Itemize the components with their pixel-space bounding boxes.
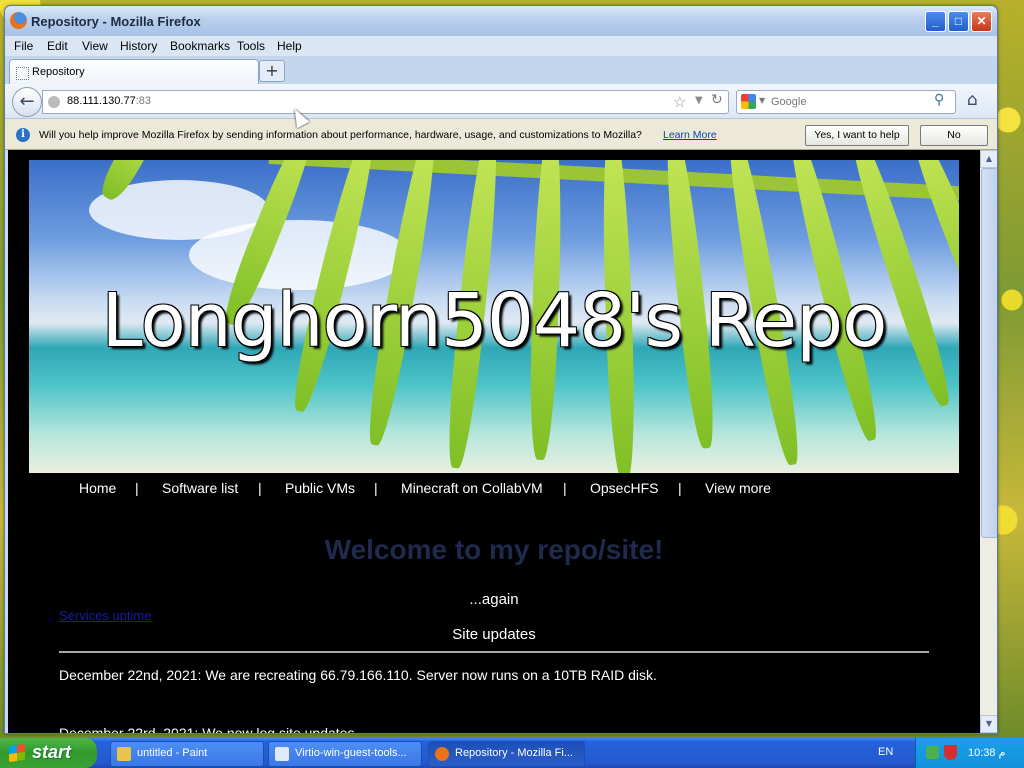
nav-view-more[interactable]: View more [705,480,771,496]
back-button[interactable]: ← [12,87,42,117]
window-title: Repository - Mozilla Firefox [31,14,201,29]
reload-icon[interactable]: ↻ [711,92,723,108]
tab-label: Repository [32,66,85,78]
taskbar-item-virtio[interactable]: Virtio-win-guest-tools... [268,741,422,767]
site-title: Longhorn5048's Repo [101,278,888,364]
nav-separator: | [563,480,567,496]
nav-separator: | [135,480,139,496]
page-scrollbar[interactable]: ▲ ▼ [980,150,997,733]
engine-dropdown-icon[interactable]: ▼ [759,96,765,105]
nav-separator: | [678,480,682,496]
services-uptime-link[interactable]: Services uptime [59,608,151,623]
no-button[interactable]: No [920,125,988,146]
divider [59,651,929,653]
site-nav: Home | Software list | Public VMs | Mine… [29,473,959,503]
nav-home[interactable]: Home [79,480,116,496]
nav-public-vms[interactable]: Public VMs [285,480,355,496]
search-input[interactable] [769,93,933,111]
menu-bar: File Edit View History Bookmarks Tools H… [5,36,997,56]
minimize-button[interactable]: _ [925,11,946,32]
firefox-window: Repository - Mozilla Firefox _ □ ✕ File … [4,5,998,734]
menu-file[interactable]: File [14,39,33,53]
update-entry: December 22rd, 2021: We now log site upd… [59,725,355,733]
menu-help[interactable]: Help [277,39,302,53]
history-dropdown-icon[interactable]: ▼ [695,95,703,106]
notification-bar: i Will you help improve Mozilla Firefox … [5,119,997,150]
search-icon[interactable]: ⚲ [934,92,944,108]
welcome-heading: Welcome to my repo/site! [324,534,664,565]
notification-message: Will you help improve Mozilla Firefox by… [39,129,642,141]
page-content: Longhorn5048's Repo Home | Software list… [8,150,980,733]
learn-more-link[interactable]: Learn More [663,129,717,141]
url-host: 88.111.130.77 [67,95,136,107]
nav-minecraft-collabvm[interactable]: Minecraft on CollabVM [401,480,543,496]
again-text: ...again [469,591,519,608]
taskbar-item-label: untitled - Paint [137,747,208,759]
bookmark-star-icon[interactable]: ☆ [673,93,686,111]
nav-opsechfs[interactable]: OpsecHFS [590,480,658,496]
taskbar-item-firefox[interactable]: Repository - Mozilla Fi... [428,741,585,767]
firefox-icon [10,12,27,29]
start-label: start [32,742,72,762]
nav-separator: | [374,480,378,496]
nav-separator: | [258,480,262,496]
language-indicator[interactable]: EN [878,746,893,758]
site-updates-heading: Site updates [452,626,536,643]
new-tab-button[interactable]: + [259,60,285,82]
url-bar[interactable]: 88.111.130.77:83 ☆ ▼ ↻ [42,90,729,114]
network-icon[interactable] [926,746,939,759]
menu-edit[interactable]: Edit [47,39,68,53]
tab-strip: Repository + [5,56,997,85]
navigation-bar: ← 88.111.130.77:83 ☆ ▼ ↻ ▼ ⚲ ⌂ [5,84,997,119]
menu-history[interactable]: History [120,39,157,53]
system-tray: 10:38 م [915,738,1024,768]
yes-help-button[interactable]: Yes, I want to help [805,125,909,146]
url-port: :83 [135,95,152,107]
taskbar-item-label: Repository - Mozilla Fi... [455,747,573,759]
maximize-button[interactable]: □ [948,11,969,32]
url-text[interactable]: 88.111.130.77:83 [67,95,151,107]
google-icon[interactable] [741,94,756,109]
windows-logo-icon [9,743,25,763]
firefox-icon [435,747,449,761]
blank-page-icon [16,67,29,80]
banner-image: Longhorn5048's Repo [29,160,959,473]
taskbar-item-paint[interactable]: untitled - Paint [110,741,264,767]
start-button[interactable]: start [0,738,97,768]
update-entry: December 22nd, 2021: We are recreating 6… [59,667,657,683]
nav-software-list[interactable]: Software list [162,480,238,496]
scroll-up-icon[interactable]: ▲ [980,150,997,168]
search-bar[interactable]: ▼ ⚲ [736,90,956,114]
window-icon [275,747,289,761]
taskbar-item-label: Virtio-win-guest-tools... [295,747,407,759]
menu-view[interactable]: View [82,39,108,53]
info-icon: i [16,128,30,142]
clock[interactable]: 10:38 م [968,746,1005,759]
close-button[interactable]: ✕ [971,11,992,32]
site-identity-icon[interactable] [48,96,60,108]
paint-icon [117,747,131,761]
home-icon[interactable]: ⌂ [967,90,978,110]
menu-tools[interactable]: Tools [237,39,265,53]
scroll-thumb[interactable] [981,168,997,538]
title-bar[interactable]: Repository - Mozilla Firefox _ □ ✕ [5,6,997,36]
menu-bookmarks[interactable]: Bookmarks [170,39,230,53]
security-shield-icon[interactable] [944,745,957,760]
taskbar: start untitled - Paint Virtio-win-guest-… [0,738,1024,768]
tab-repository[interactable]: Repository [9,59,259,85]
scroll-down-icon[interactable]: ▼ [980,715,997,733]
